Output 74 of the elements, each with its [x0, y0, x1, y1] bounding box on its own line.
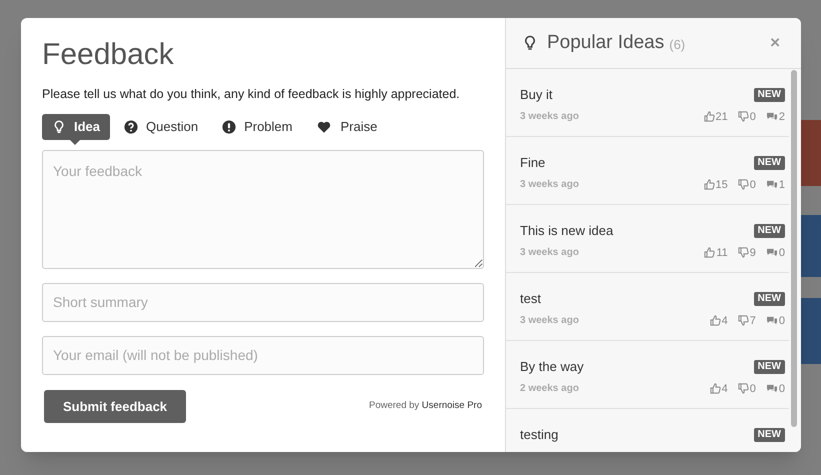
bulb-icon [52, 120, 66, 134]
panel-title: Popular Ideas [547, 30, 664, 55]
feedback-field[interactable]: Your feedback [42, 150, 484, 269]
idea-title: test [520, 290, 541, 308]
comment-count: 1 [778, 178, 785, 192]
like-count: 4 [722, 314, 728, 328]
submit-button[interactable]: Submit feedback [44, 390, 186, 423]
idea-item[interactable]: Buy it NEW 3 weeks ago 21 0 2 [506, 69, 789, 137]
scrollbar-thumb[interactable] [791, 70, 797, 427]
idea-title: By the way [520, 358, 584, 376]
idea-item[interactable]: This is new idea NEW 3 weeks ago 11 9 0 [506, 205, 789, 273]
tab-pointer [70, 140, 80, 145]
thumbs-down-icon [738, 315, 749, 326]
comment-count: 0 [778, 314, 785, 328]
dislike-count: 9 [750, 246, 756, 260]
comment-count: 0 [778, 246, 785, 260]
comments-icon [766, 316, 778, 326]
thumbs-down-icon [738, 179, 749, 190]
question-icon [124, 120, 138, 134]
like-count: 15 [716, 178, 728, 192]
idea-time: 3 weeks ago [520, 110, 579, 124]
comment-count: 2 [778, 110, 785, 124]
intro-text: Please tell us what do you think, any kind of feedback is highly appreciated. [42, 86, 461, 103]
feedback-type-tab[interactable]: Praise [306, 114, 388, 140]
bulb-icon [522, 34, 538, 52]
new-badge: NEW [754, 292, 785, 306]
idea-title: testing [520, 426, 558, 444]
idea-count: (6) [669, 36, 686, 54]
idea-time: 2 weeks ago [520, 382, 579, 396]
thumbs-down-icon [738, 247, 749, 258]
idea-time: 3 weeks ago [520, 178, 579, 192]
idea-time: 3 weeks ago [520, 314, 579, 328]
idea-item[interactable]: Fine NEW 3 weeks ago 15 0 1 [506, 137, 789, 205]
idea-item[interactable]: testing NEW [506, 409, 789, 452]
thumbs-down-icon [738, 111, 749, 122]
dislike-count: 0 [750, 178, 756, 192]
email-field[interactable]: Your email (will not be published) [42, 336, 484, 375]
feedback-type-tab[interactable]: Idea [42, 114, 110, 140]
feedback-type-tab[interactable]: Problem [212, 114, 302, 140]
like-count: 11 [716, 246, 728, 260]
dislike-count: 0 [750, 110, 756, 124]
thumbs-up-icon [704, 247, 716, 258]
idea-item[interactable]: By the way NEW 2 weeks ago 4 0 0 [506, 341, 789, 409]
comments-icon [766, 112, 778, 122]
new-badge: NEW [754, 360, 785, 374]
idea-title: This is new idea [520, 222, 614, 240]
heart-icon [316, 120, 332, 134]
idea-title: Fine [520, 154, 546, 172]
summary-field[interactable]: Short summary [42, 282, 484, 322]
idea-time: 3 weeks ago [520, 246, 579, 260]
idea-item[interactable]: test NEW 3 weeks ago 4 7 0 [506, 273, 789, 341]
thumbs-up-icon [704, 111, 714, 122]
thumbs-up-icon [710, 315, 721, 326]
thumbs-up-icon [710, 383, 721, 394]
thumbs-up-icon [704, 179, 714, 190]
like-count: 21 [716, 110, 728, 124]
dislike-count: 0 [750, 382, 756, 396]
new-badge: NEW [754, 428, 785, 442]
new-badge: NEW [754, 88, 785, 102]
exclamation-icon [222, 120, 236, 134]
powered-by-link[interactable]: Usernoise Pro [422, 400, 482, 412]
idea-title: Buy it [520, 86, 553, 104]
comments-icon [766, 384, 778, 394]
thumbs-down-icon [738, 383, 749, 394]
new-badge: NEW [754, 156, 785, 170]
comment-count: 0 [778, 382, 785, 396]
powered-by-text: Powered by Usernoise Pro [368, 399, 482, 414]
comments-icon [766, 180, 778, 190]
feedback-type-tab[interactable]: Question [114, 114, 208, 140]
dislike-count: 7 [750, 314, 756, 328]
dialog-title: Feedback [42, 38, 175, 72]
comments-icon [766, 248, 778, 258]
new-badge: NEW [754, 224, 785, 238]
like-count: 4 [722, 382, 728, 396]
